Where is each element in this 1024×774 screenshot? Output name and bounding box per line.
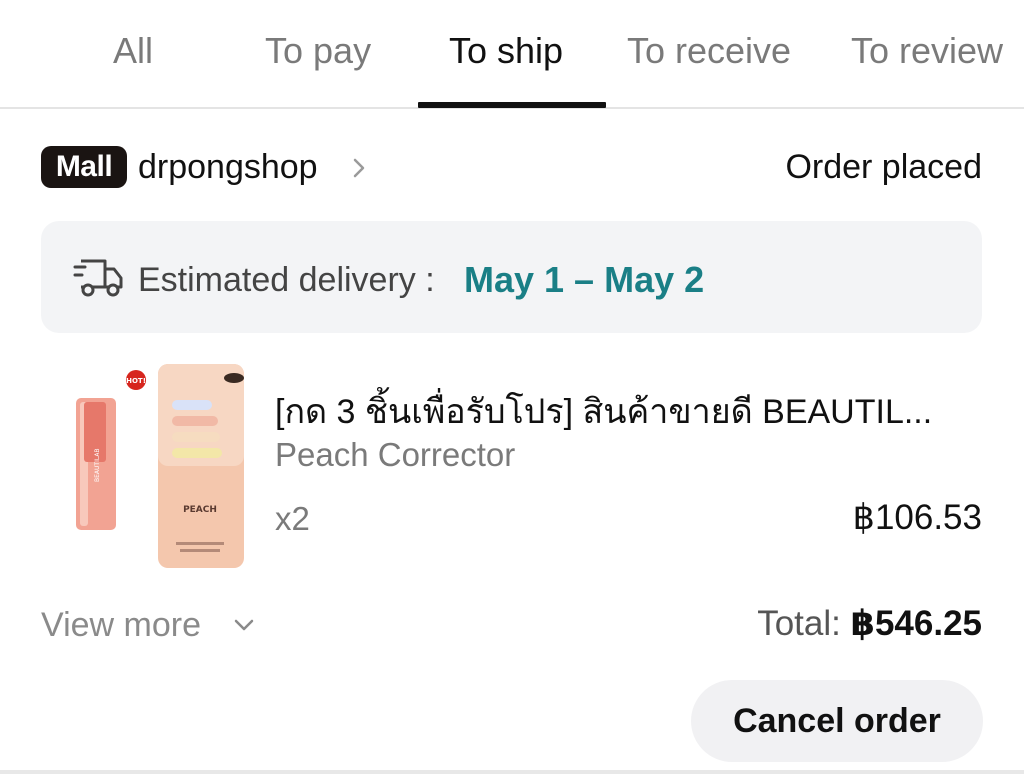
product-image[interactable]: BEAUTILAB HOT! PEACH <box>64 362 246 570</box>
view-more-button[interactable]: View more <box>41 606 201 645</box>
tab-all[interactable]: All <box>113 30 153 72</box>
cancel-order-button[interactable]: Cancel order <box>691 680 983 762</box>
order-total: Total: ฿546.25 <box>757 604 982 644</box>
delivery-truck-icon <box>73 259 123 297</box>
order-status-tabs: All To pay To ship To receive To review <box>0 0 1024 109</box>
tab-to-pay[interactable]: To pay <box>265 30 371 72</box>
product-card-text: PEACH <box>183 505 217 515</box>
chevron-down-icon[interactable] <box>232 616 256 634</box>
divider <box>0 770 1024 774</box>
tab-to-ship[interactable]: To ship <box>449 30 563 72</box>
delivery-label: Estimated delivery : <box>138 261 435 299</box>
tube-label: BEAUTILAB <box>94 448 101 482</box>
shop-name[interactable]: drpongshop <box>138 148 318 187</box>
chevron-right-icon[interactable] <box>349 156 369 180</box>
hot-badge: HOT! <box>126 377 146 385</box>
active-tab-indicator <box>418 102 606 108</box>
tab-to-receive[interactable]: To receive <box>627 30 791 72</box>
tab-to-review[interactable]: To review <box>851 30 1003 72</box>
mall-badge: Mall <box>41 146 127 188</box>
product-quantity: x2 <box>275 500 310 537</box>
total-label: Total: <box>757 604 841 643</box>
product-price: ฿106.53 <box>852 498 982 537</box>
total-value: ฿546.25 <box>850 604 982 643</box>
order-status-label: Order placed <box>785 148 982 186</box>
shop-header[interactable]: Mall drpongshop Order placed <box>41 146 982 190</box>
product-title[interactable]: [กด 3 ชิ้นเพื่อรับโปร] สินค้าขายดี BEAUT… <box>275 384 985 438</box>
estimated-delivery-box: Estimated delivery : May 1 – May 2 <box>41 221 982 333</box>
delivery-date-range: May 1 – May 2 <box>464 259 705 300</box>
product-variant: Peach Corrector <box>275 436 516 473</box>
